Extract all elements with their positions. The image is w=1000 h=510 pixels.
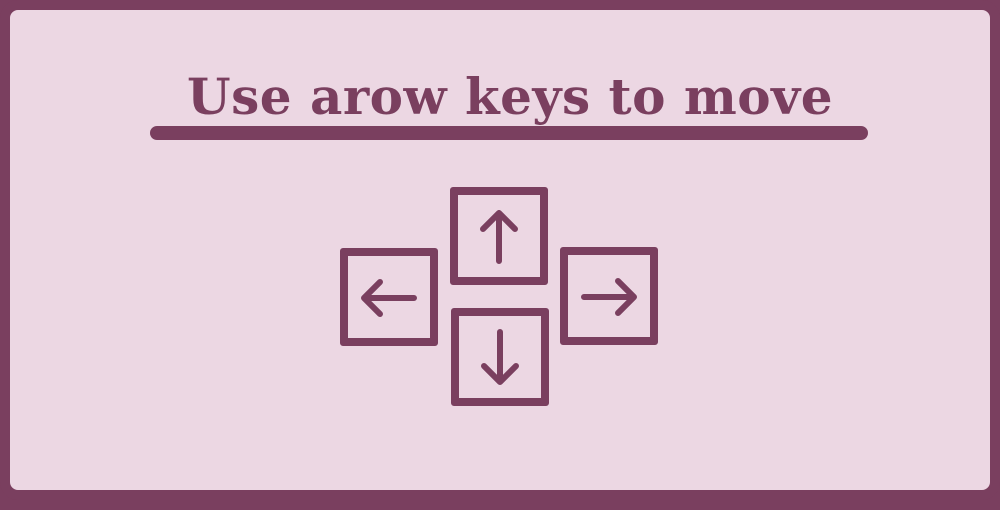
arrow-left-icon (361, 279, 417, 317)
arrow-keys-group (10, 10, 1000, 510)
arrow-down-key[interactable] (451, 308, 549, 406)
arrow-up-key[interactable] (450, 187, 548, 285)
arrow-up-icon (480, 210, 518, 264)
instruction-panel: Use arow keys to move (0, 0, 1000, 500)
arrow-right-key[interactable] (560, 247, 658, 345)
arrow-right-icon (581, 278, 637, 316)
arrow-down-icon (481, 329, 519, 385)
arrow-left-key[interactable] (340, 248, 438, 346)
